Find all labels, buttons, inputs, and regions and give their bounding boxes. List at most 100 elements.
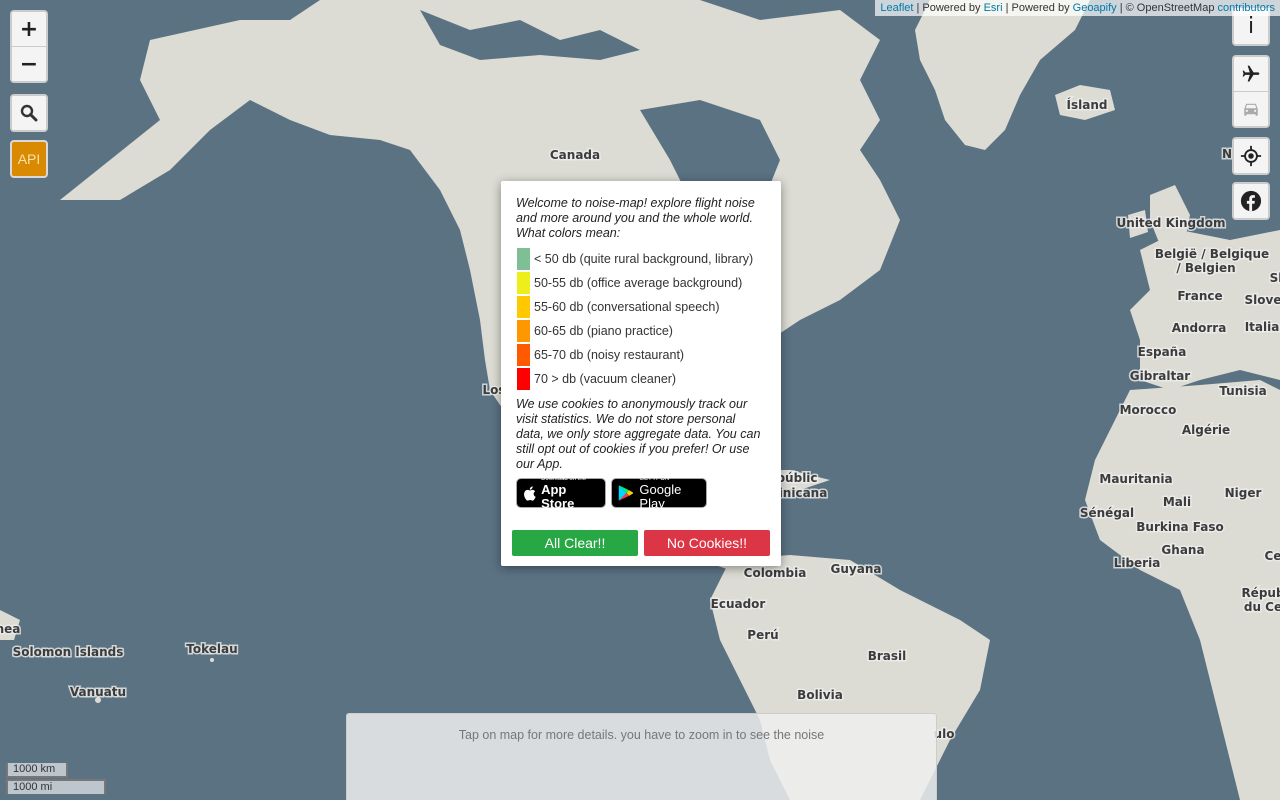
welcome-cookie-modal: Welcome to noise-map! explore flight noi… [501, 181, 781, 566]
legend-label: 55-60 db (conversational speech) [534, 300, 720, 314]
map-place-label: Sénégal [1080, 506, 1134, 520]
car-icon [1244, 103, 1258, 116]
app-store-label: App Store [541, 481, 575, 511]
map-place-label: Répub [1241, 586, 1280, 600]
map-attribution: Leaflet | Powered by Esri | Powered by G… [875, 0, 1280, 16]
map-place-label: Canada [550, 148, 600, 162]
locate-control [1232, 137, 1270, 175]
search-icon [20, 104, 38, 122]
map-place-label: Morocco [1120, 403, 1177, 417]
legend-swatch [517, 344, 530, 366]
legend-row: 70 > db (vacuum cleaner) [517, 367, 753, 391]
legend-row: 55-60 db (conversational speech) [517, 295, 753, 319]
locate-button[interactable] [1234, 139, 1268, 173]
crosshair-icon [1240, 145, 1262, 167]
facebook-share-button[interactable] [1234, 184, 1268, 218]
leaflet-link[interactable]: Leaflet [880, 2, 913, 14]
map-place-label: Ísland [1067, 97, 1108, 112]
map-place-label: Solomon Islands [13, 645, 124, 659]
facebook-control [1232, 182, 1270, 220]
legend-swatch [517, 272, 530, 294]
map-place-label: Perú [747, 628, 778, 642]
legend-label: 65-70 db (noisy restaurant) [534, 348, 685, 362]
map-place-label: Ghana [1161, 543, 1204, 557]
facebook-icon [1240, 190, 1262, 212]
accept-cookies-button[interactable]: All Clear!! [512, 530, 638, 556]
map-place-label: Liberia [1114, 556, 1161, 570]
apple-icon [524, 485, 536, 501]
legend-row: 50-55 db (office average background) [517, 271, 753, 295]
map-place-label: Ecuador [711, 597, 766, 611]
legend-row: < 50 db (quite rural background, library… [517, 247, 753, 271]
map-place-label: Gibraltar [1130, 369, 1191, 383]
search-button[interactable] [12, 96, 46, 130]
legend-swatch [517, 296, 530, 318]
map-place-label: Algérie [1182, 423, 1230, 437]
map-place-label: Burkina Faso [1136, 520, 1224, 534]
flight-mode-button[interactable] [1234, 57, 1268, 91]
map-place-label: inicana [779, 486, 828, 500]
geoapify-link[interactable]: Geoapify [1073, 2, 1117, 14]
map-place-label: nea [0, 622, 20, 636]
airplane-icon [1242, 65, 1260, 82]
attribution-text: | Powered by [1002, 2, 1073, 14]
map-place-label: België / Belgique [1155, 247, 1269, 261]
map-place-label: Mauritania [1099, 472, 1172, 486]
map-place-label: United Kingdom [1117, 216, 1226, 230]
cookie-notice: We use cookies to anonymously track our … [516, 397, 761, 471]
welcome-text: Welcome to noise-map! explore flight noi… [516, 196, 755, 240]
map-place-label: N [1222, 147, 1232, 161]
map-place-label: España [1138, 345, 1187, 359]
legend-label: 70 > db (vacuum cleaner) [534, 372, 677, 386]
decline-cookies-button[interactable]: No Cookies!! [644, 530, 770, 556]
legend-row: 60-65 db (piano practice) [517, 319, 753, 343]
zoom-control: + − [10, 10, 48, 83]
map-place-label: Bolivia [797, 688, 843, 702]
map-place-label: Tokelau [186, 642, 237, 656]
map-place-label: / Belgien [1176, 261, 1235, 275]
map-place-label: Brasil [868, 649, 907, 663]
map-place-label: públic [776, 471, 817, 485]
app-store-badge[interactable]: Download on the App Store [516, 476, 606, 511]
island-tokelau [210, 658, 214, 662]
osm-contributors-link[interactable]: contributors [1218, 2, 1275, 14]
legend-swatch [517, 368, 530, 390]
map-place-label: Tunisia [1219, 384, 1266, 398]
map-place-label: Niger [1225, 486, 1262, 500]
map-place-label: France [1177, 289, 1222, 303]
map-place-label: Andorra [1172, 321, 1227, 335]
car-mode-button[interactable] [1234, 91, 1268, 126]
map-place-label: Guyana [831, 562, 882, 576]
google-play-label: Google Play [639, 481, 682, 511]
map-place-label: Italia [1245, 320, 1280, 334]
api-button[interactable]: API [12, 142, 46, 176]
legend-swatch [517, 320, 530, 342]
api-control: API [10, 140, 48, 178]
map-place-label: du Ce [1244, 600, 1280, 614]
mode-control [1232, 55, 1270, 128]
map-place-label: Ce [1265, 549, 1280, 563]
legend-row: 65-70 db (noisy restaurant) [517, 343, 753, 367]
zoom-in-button[interactable]: + [12, 12, 46, 46]
search-control [10, 94, 48, 132]
legend-swatch [517, 248, 530, 270]
noise-color-legend: < 50 db (quite rural background, library… [517, 247, 753, 391]
legend-label: < 50 db (quite rural background, library… [534, 252, 754, 266]
attribution-text: | Powered by [913, 2, 984, 14]
map-place-label: Slove [1245, 293, 1280, 307]
legend-label: 60-65 db (piano practice) [534, 324, 673, 338]
scale-km: 1000 km [6, 763, 68, 778]
map-place-label: Sl [1270, 271, 1280, 285]
zoom-out-button[interactable]: − [12, 46, 46, 81]
google-play-badge[interactable]: GET IT ON Google Play [611, 476, 707, 511]
google-play-icon [618, 485, 634, 501]
attribution-text: | © OpenStreetMap [1116, 2, 1218, 14]
map-place-label: Colombia [744, 566, 807, 580]
details-panel[interactable]: Tap on map for more details. you have to… [346, 713, 937, 800]
map-place-label: Mali [1163, 495, 1191, 509]
scale-mi: 1000 mi [6, 779, 106, 794]
legend-label: 50-55 db (office average background) [534, 276, 743, 290]
esri-link[interactable]: Esri [984, 2, 1003, 14]
details-hint: Tap on map for more details. you have to… [458, 728, 825, 742]
map-place-label: Vanuatu [70, 685, 126, 699]
